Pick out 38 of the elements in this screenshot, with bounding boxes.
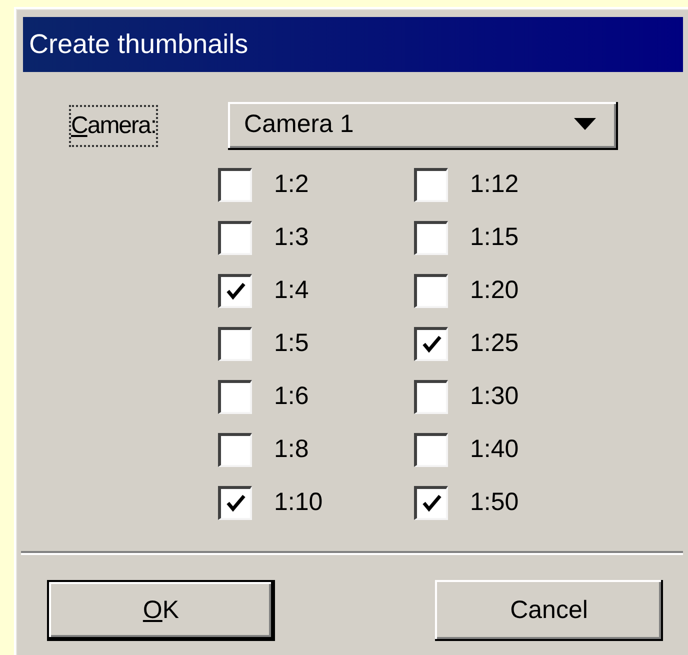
checkbox-label: 1:40 [470, 435, 520, 464]
checkbox[interactable] [218, 168, 252, 202]
checkbox-label: 1:8 [274, 435, 310, 464]
checkbox-label: 1:10 [274, 488, 324, 517]
checkbox[interactable] [414, 486, 448, 520]
checkbox[interactable] [218, 326, 252, 360]
checkbox-label: 1:30 [470, 382, 520, 411]
checkbox-label: 1:6 [274, 382, 310, 411]
checkbox[interactable] [218, 432, 252, 466]
checkbox[interactable] [218, 380, 252, 414]
checkbox[interactable] [414, 326, 448, 360]
checkbox-label: 1:4 [274, 276, 310, 305]
dialog-button[interactable]: Cancel [435, 580, 663, 641]
checkbox-label: 1:12 [470, 170, 520, 199]
checkbox[interactable] [414, 380, 448, 414]
checkbox[interactable] [414, 274, 448, 308]
checkmark-icon [420, 333, 442, 355]
checkbox[interactable] [414, 432, 448, 466]
checkbox-label: 1:3 [274, 223, 310, 252]
checkbox-label: 1:2 [274, 170, 310, 199]
checkbox-label: 1:5 [274, 329, 310, 358]
checkbox[interactable] [218, 220, 252, 254]
checkbox[interactable] [414, 220, 448, 254]
camera-label: Camera: [69, 105, 158, 147]
camera-dropdown[interactable]: Camera 1 [228, 102, 618, 150]
checkbox[interactable] [218, 274, 252, 308]
checkbox[interactable] [218, 486, 252, 520]
dialog-button[interactable]: OK [47, 580, 275, 641]
checkbox-label: 1:25 [470, 329, 520, 358]
window-title: Create thumbnails [29, 29, 248, 60]
checkmark-icon [420, 492, 442, 514]
checkmark-icon [224, 280, 246, 302]
checkbox-label: 1:15 [470, 223, 520, 252]
caret-icon [574, 118, 596, 130]
checkbox-label: 1:20 [470, 276, 520, 305]
checkbox-label: 1:50 [470, 488, 520, 517]
checkmark-icon [224, 492, 246, 514]
checkbox[interactable] [414, 168, 448, 202]
